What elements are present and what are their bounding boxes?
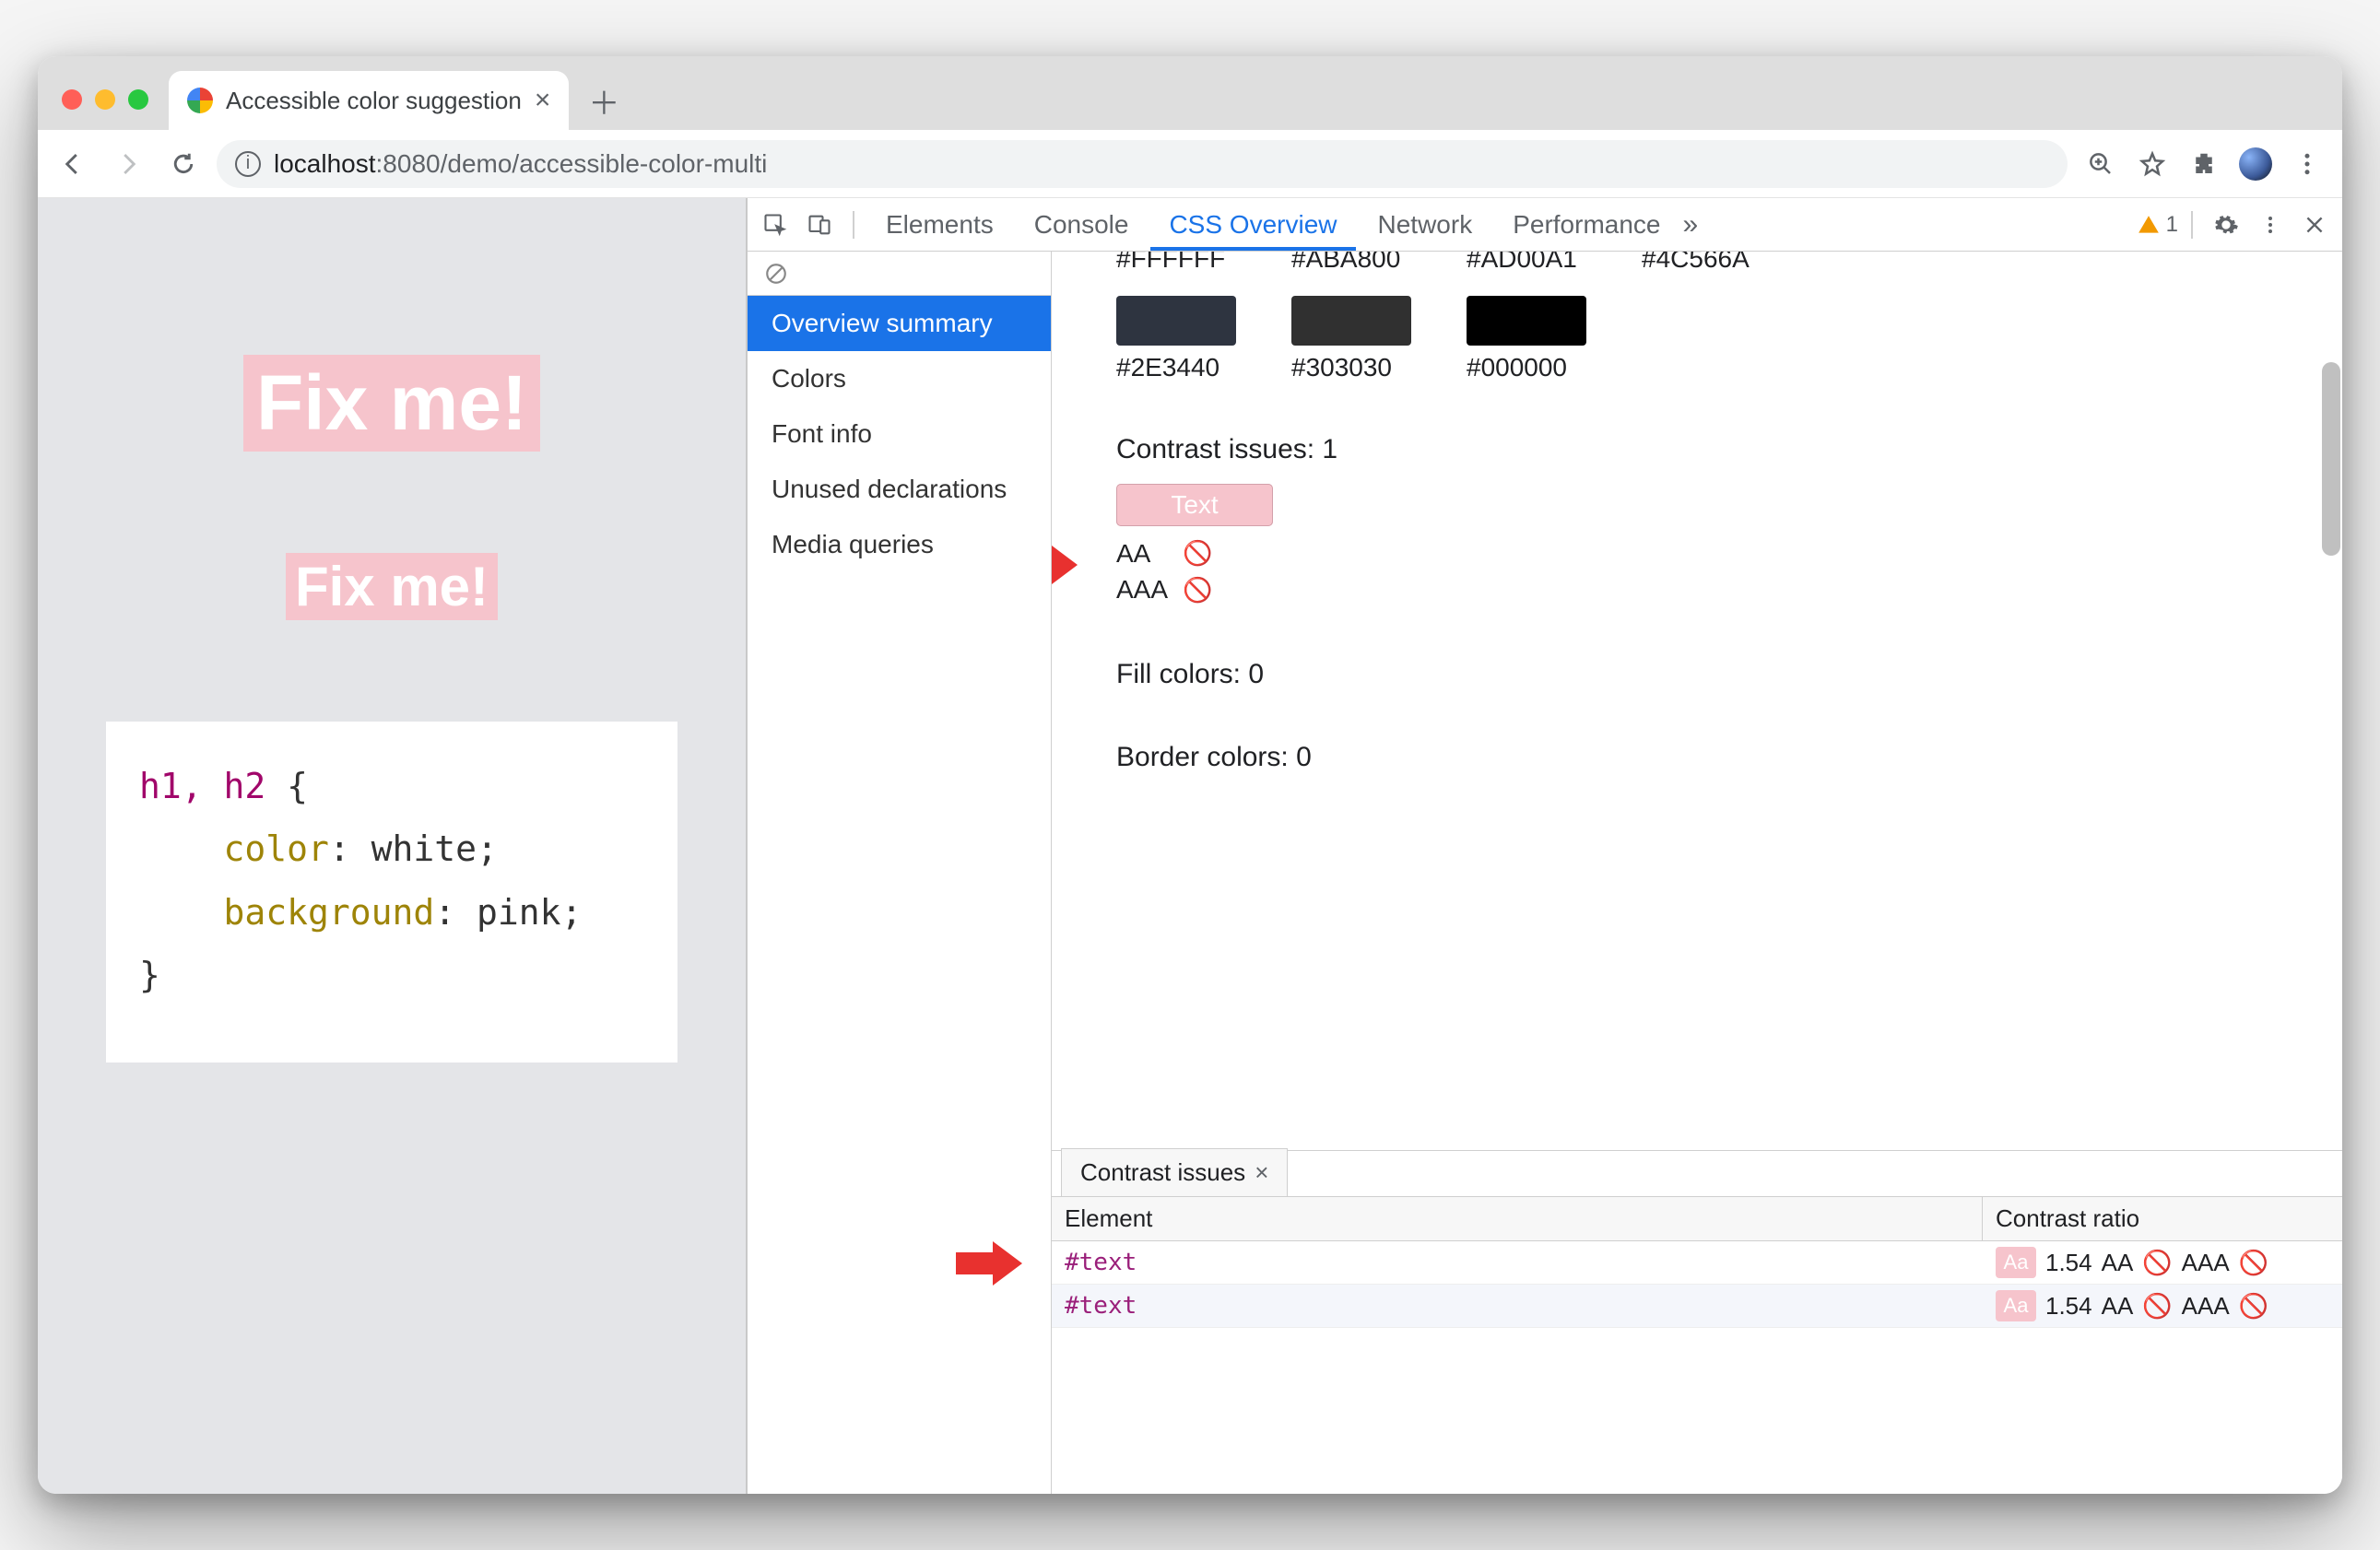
css-overview-body: Overview summary Colors Font info Unused… bbox=[748, 252, 2342, 1494]
minimize-window-button[interactable] bbox=[95, 89, 115, 110]
rendered-page: Fix me! Fix me! h1, h2 { color: white; b… bbox=[38, 198, 748, 1494]
css-overview-sidebar: Overview summary Colors Font info Unused… bbox=[748, 252, 1052, 1494]
site-info-icon[interactable]: i bbox=[235, 151, 261, 177]
color-hex: #ABA800 bbox=[1291, 252, 1411, 274]
back-button[interactable] bbox=[51, 142, 95, 186]
contrast-levels: AA🚫 AAA🚫 bbox=[1116, 535, 2315, 607]
border-colors-heading: Border colors: 0 bbox=[1116, 742, 2315, 773]
extensions-icon[interactable] bbox=[2182, 142, 2226, 186]
tab-title: Accessible color suggestion bbox=[226, 87, 522, 115]
bottom-panel-tabbar: Contrast issues × bbox=[1052, 1151, 2342, 1197]
profile-avatar[interactable] bbox=[2233, 142, 2278, 186]
close-window-button[interactable] bbox=[62, 89, 82, 110]
contrast-issues-panel: Contrast issues × Element Contrast ratio… bbox=[1052, 1150, 2342, 1494]
tab-performance[interactable]: Performance bbox=[1494, 199, 1679, 251]
swatch-row bbox=[1116, 296, 2315, 346]
element-cell: #text bbox=[1052, 1241, 1983, 1284]
sidebar-item-colors[interactable]: Colors bbox=[748, 351, 1051, 406]
fail-icon: 🚫 bbox=[2239, 1249, 2268, 1277]
browser-tab[interactable]: Accessible color suggestion × bbox=[169, 71, 569, 130]
browser-toolbar: i localhost:8080/demo/accessible-color-m… bbox=[38, 130, 2342, 198]
clear-overview-icon[interactable] bbox=[748, 252, 1051, 296]
more-tabs-button[interactable]: » bbox=[1683, 209, 1699, 241]
new-tab-button[interactable]: ＋ bbox=[583, 80, 624, 121]
annotation-arrow-icon bbox=[1052, 537, 1081, 593]
fail-icon: 🚫 bbox=[2142, 1292, 2172, 1321]
window-controls bbox=[53, 89, 161, 130]
contrast-issue-row[interactable]: #text Aa 1.54 AA🚫 AAA🚫 bbox=[1052, 1241, 2342, 1285]
bottom-tab-contrast-issues[interactable]: Contrast issues × bbox=[1061, 1148, 1288, 1196]
sidebar-item-unused-declarations[interactable]: Unused declarations bbox=[748, 462, 1051, 517]
css-overview-main: #FFFFFF #ABA800 #AD00A1 #4C566A #2E3440 bbox=[1052, 252, 2342, 1494]
zoom-icon[interactable] bbox=[2079, 142, 2123, 186]
forward-button[interactable] bbox=[106, 142, 150, 186]
demo-code-block: h1, h2 { color: white; background: pink;… bbox=[106, 722, 677, 1063]
tab-network[interactable]: Network bbox=[1360, 199, 1491, 251]
color-hex: #AD00A1 bbox=[1467, 252, 1586, 274]
fail-icon: 🚫 bbox=[2239, 1292, 2268, 1321]
tab-strip: Accessible color suggestion × ＋ bbox=[38, 56, 2342, 130]
contrast-issues-heading: Contrast issues: 1 bbox=[1116, 434, 2315, 465]
color-label: #303030 bbox=[1291, 353, 1411, 382]
devtools-panel: Elements Console CSS Overview Network Pe… bbox=[748, 198, 2342, 1494]
fail-icon: 🚫 bbox=[2142, 1249, 2172, 1277]
issues-indicator[interactable]: 1 bbox=[2137, 212, 2178, 238]
maximize-window-button[interactable] bbox=[128, 89, 148, 110]
column-header-contrast-ratio: Contrast ratio bbox=[1983, 1197, 2342, 1240]
tab-css-overview[interactable]: CSS Overview bbox=[1150, 199, 1355, 251]
sidebar-item-overview-summary[interactable]: Overview summary bbox=[748, 296, 1051, 351]
color-row-partial: #FFFFFF #ABA800 #AD00A1 #4C566A bbox=[1116, 252, 2315, 274]
sidebar-item-media-queries[interactable]: Media queries bbox=[748, 517, 1051, 572]
color-swatch[interactable] bbox=[1116, 296, 1236, 346]
bookmark-star-icon[interactable] bbox=[2130, 142, 2174, 186]
contrast-ratio-cell: Aa 1.54 AA🚫 AAA🚫 bbox=[1983, 1285, 2342, 1327]
address-bar[interactable]: i localhost:8080/demo/accessible-color-m… bbox=[217, 140, 2068, 188]
toolbar-right bbox=[2079, 142, 2329, 186]
close-bottom-tab-icon[interactable]: × bbox=[1255, 1158, 1268, 1187]
column-header-element: Element bbox=[1052, 1197, 1983, 1240]
fail-icon: 🚫 bbox=[1183, 573, 1212, 606]
color-label: #2E3440 bbox=[1116, 353, 1236, 382]
color-swatch[interactable] bbox=[1291, 296, 1411, 346]
contrast-text-swatch[interactable]: Text bbox=[1116, 484, 1273, 526]
element-cell: #text bbox=[1052, 1285, 1983, 1327]
fail-icon: 🚫 bbox=[1183, 536, 1212, 570]
inspect-element-icon[interactable] bbox=[755, 205, 795, 245]
fill-colors-heading: Fill colors: 0 bbox=[1116, 659, 2315, 690]
sidebar-item-font-info[interactable]: Font info bbox=[748, 406, 1051, 462]
contrast-ratio-cell: Aa 1.54 AA🚫 AAA🚫 bbox=[1983, 1241, 2342, 1284]
color-hex: #4C566A bbox=[1642, 252, 1761, 274]
demo-heading-2: Fix me! bbox=[286, 553, 498, 620]
overview-scroll-area[interactable]: #FFFFFF #ABA800 #AD00A1 #4C566A #2E3440 bbox=[1052, 252, 2342, 1150]
color-label: #000000 bbox=[1467, 353, 1586, 382]
scrollbar-thumb[interactable] bbox=[2322, 362, 2340, 556]
bottom-panel-header: Element Contrast ratio bbox=[1052, 1197, 2342, 1241]
tab-console[interactable]: Console bbox=[1016, 199, 1148, 251]
close-devtools-button[interactable] bbox=[2294, 205, 2335, 245]
aa-swatch-icon: Aa bbox=[1996, 1247, 2036, 1278]
content-area: Fix me! Fix me! h1, h2 { color: white; b… bbox=[38, 198, 2342, 1494]
browser-window: Accessible color suggestion × ＋ i localh… bbox=[38, 56, 2342, 1494]
browser-menu-button[interactable] bbox=[2285, 142, 2329, 186]
color-hex: #FFFFFF bbox=[1116, 252, 1236, 274]
devtools-tab-bar: Elements Console CSS Overview Network Pe… bbox=[748, 198, 2342, 252]
tab-elements[interactable]: Elements bbox=[867, 199, 1012, 251]
url-host: localhost:8080/demo/accessible-color-mul… bbox=[274, 149, 767, 179]
reload-button[interactable] bbox=[161, 142, 206, 186]
close-tab-button[interactable]: × bbox=[535, 85, 551, 116]
settings-gear-icon[interactable] bbox=[2206, 205, 2246, 245]
aa-swatch-icon: Aa bbox=[1996, 1290, 2036, 1321]
favicon-icon bbox=[187, 88, 213, 113]
device-toggle-icon[interactable] bbox=[799, 205, 840, 245]
swatch-label-row: #2E3440 #303030 #000000 bbox=[1116, 353, 2315, 382]
demo-heading-1: Fix me! bbox=[243, 355, 540, 452]
annotation-arrow-icon bbox=[952, 1236, 1026, 1291]
color-swatch[interactable] bbox=[1467, 296, 1586, 346]
devtools-menu-icon[interactable] bbox=[2250, 205, 2291, 245]
contrast-issue-row[interactable]: #text Aa 1.54 AA🚫 AAA🚫 bbox=[1052, 1285, 2342, 1328]
